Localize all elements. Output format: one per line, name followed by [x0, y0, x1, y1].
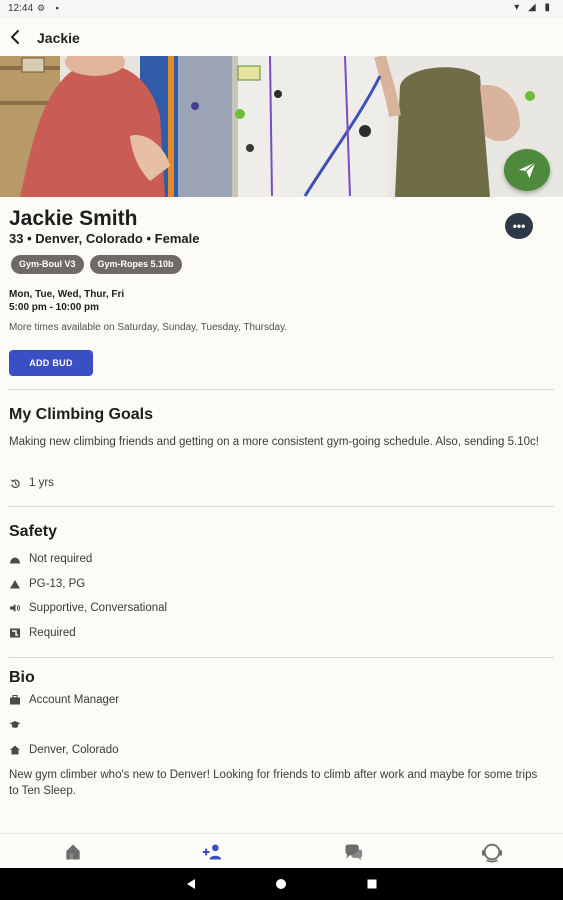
- experience-value: 1 yrs: [29, 477, 54, 489]
- profile-photo: [0, 56, 563, 197]
- divider: [9, 389, 554, 390]
- safety-communication-value: Supportive, Conversational: [29, 602, 168, 614]
- profile-name: Jackie Smith: [9, 207, 138, 230]
- status-bar: 12:44 ⚙ ▪ ▾ ◢ ▮: [0, 0, 563, 18]
- home-icon[interactable]: [61, 840, 85, 864]
- goals-title: My Climbing Goals: [9, 406, 154, 423]
- availability-hours: 5:00 pm - 10:00 pm: [9, 302, 100, 313]
- helmet-icon: [9, 553, 21, 565]
- more-times-note: More times available on Saturday, Sunday…: [9, 322, 288, 333]
- divider: [9, 506, 554, 507]
- safety-belay-value: Required: [29, 627, 76, 639]
- home-small-icon: [9, 744, 21, 756]
- bio-text: New gym climber who's new to Denver! Loo…: [9, 769, 538, 797]
- bio-home-row: Denver, Colorado: [9, 742, 119, 758]
- skill-chip: Gym-Ropes 5.10b: [89, 255, 182, 274]
- safety-helmet-row: Not required: [9, 551, 92, 567]
- safety-rating-value: PG-13, PG: [29, 578, 86, 590]
- history-icon: [9, 477, 21, 489]
- signal-battery-icons: ▾ ◢ ▮: [514, 2, 553, 13]
- bio-education-row: [9, 717, 29, 733]
- system-recents-icon[interactable]: [364, 876, 380, 892]
- mountain-icon: [9, 578, 21, 590]
- system-home-icon[interactable]: [273, 876, 289, 892]
- paper-plane-icon: [518, 162, 536, 179]
- page-title: Jackie: [37, 30, 80, 46]
- speaker-icon: [9, 602, 21, 614]
- system-navigation-bar: [0, 868, 563, 900]
- safety-helmet-value: Not required: [29, 553, 93, 565]
- bio-home-value: Denver, Colorado: [29, 744, 119, 756]
- bio-job-row: Account Manager: [9, 692, 119, 708]
- add-person-icon[interactable]: [200, 840, 224, 864]
- status-time: 12:44: [8, 3, 34, 14]
- safety-belay-row: Required: [9, 625, 76, 641]
- bottom-navigation: [0, 833, 563, 869]
- profile-details: 33 • Denver, Colorado • Female: [9, 231, 200, 246]
- graduation-cap-icon: [9, 719, 21, 731]
- safety-title: Safety: [9, 523, 58, 540]
- briefcase-icon: [9, 694, 21, 706]
- belay-icon: [9, 627, 21, 639]
- safety-rating-row: PG-13, PG: [9, 576, 85, 592]
- notification-icons: ⚙ ▪: [37, 3, 63, 13]
- experience-row: 1 yrs: [9, 475, 54, 491]
- more-options-button[interactable]: •••: [505, 213, 533, 239]
- chat-icon[interactable]: [341, 840, 365, 864]
- skill-chips: Gym-Boul V3 Gym-Ropes 5.10b: [11, 255, 182, 274]
- availability-days: Mon, Tue, Wed, Thur, Fri: [9, 289, 125, 300]
- app-bar: Jackie: [0, 18, 563, 56]
- back-arrow-icon[interactable]: [6, 25, 28, 49]
- goals-text: Making new climbing friends and getting …: [9, 436, 539, 448]
- bio-title: Bio: [9, 669, 35, 686]
- support-icon[interactable]: [480, 840, 504, 864]
- send-message-button[interactable]: [504, 149, 550, 191]
- skill-chip: Gym-Boul V3: [11, 255, 84, 274]
- bio-job-value: Account Manager: [29, 694, 120, 706]
- safety-communication-row: Supportive, Conversational: [9, 600, 167, 616]
- divider: [9, 657, 554, 658]
- add-bud-button[interactable]: ADD BUD: [9, 350, 93, 376]
- system-back-icon[interactable]: [183, 876, 199, 892]
